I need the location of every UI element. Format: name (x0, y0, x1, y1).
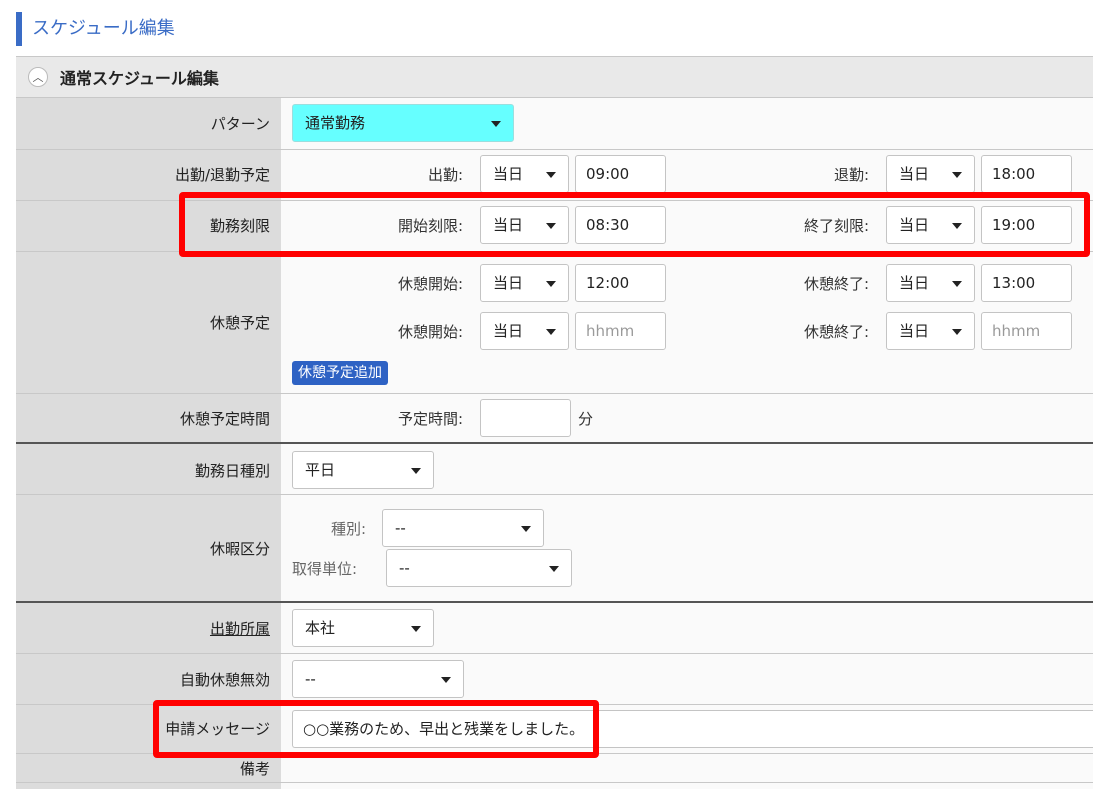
chevron-down-icon (411, 468, 421, 474)
attendance-label: 出勤/退勤予定 (174, 166, 270, 184)
chevron-down-icon (952, 281, 962, 287)
chevron-down-icon (952, 172, 962, 178)
chevron-down-icon (546, 172, 556, 178)
row-divider (16, 653, 1093, 654)
break-2-start-day-select[interactable]: 当日 (480, 312, 569, 350)
office-label-text: 出勤所属 (209, 620, 270, 638)
highlight-box-work-limit (179, 192, 1090, 257)
section-title: 通常スケジュール編集 (60, 69, 219, 88)
add-break-button[interactable]: 休憩予定追加 (292, 361, 388, 385)
office-select-value: 本社 (305, 619, 336, 637)
row-divider (16, 494, 1093, 495)
chevron-down-icon (411, 626, 421, 632)
attendance-end-day-value: 当日 (899, 165, 930, 183)
chevron-down-icon (521, 526, 531, 532)
break-time-input[interactable] (480, 399, 571, 437)
attendance-start-time-input[interactable]: 09:00 (575, 155, 666, 193)
break-schedule-label: 休憩予定 (209, 314, 270, 332)
chevron-down-icon (491, 121, 501, 127)
day-type-select-value: 平日 (305, 461, 336, 479)
chevron-down-icon (952, 329, 962, 335)
pattern-label: パターン (210, 115, 270, 133)
chevron-down-icon (546, 329, 556, 335)
break-2-end-day-select[interactable]: 当日 (886, 312, 975, 350)
leave-label: 休暇区分 (209, 540, 270, 558)
chevron-down-icon (549, 566, 559, 572)
attendance-start-label: 出勤: (427, 166, 463, 184)
auto-break-select-value: -- (305, 670, 316, 688)
leave-unit-select[interactable]: -- (386, 549, 572, 587)
section-header: ︿ 通常スケジュール編集 (16, 56, 1093, 98)
attendance-end-time-input[interactable]: 18:00 (981, 155, 1072, 193)
break-1-start-day-select[interactable]: 当日 (480, 264, 569, 302)
break-time-field-label: 予定時間: (397, 410, 463, 428)
auto-break-select[interactable]: -- (292, 660, 464, 698)
auto-break-label: 自動休憩無効 (179, 671, 270, 689)
break-1-end-day-select[interactable]: 当日 (886, 264, 975, 302)
day-type-label: 勤務日種別 (194, 462, 270, 480)
row-divider (16, 442, 1093, 444)
remarks-label: 備考 (239, 760, 270, 778)
leave-type-label: 種別: (330, 520, 366, 538)
leave-unit-select-value: -- (399, 559, 410, 577)
break-2-start-label: 休憩開始: (397, 323, 463, 341)
break-1-end-time-input[interactable]: 13:00 (981, 264, 1072, 302)
chevron-down-icon (441, 677, 451, 683)
row-divider (16, 601, 1093, 603)
office-select[interactable]: 本社 (292, 609, 434, 647)
page-title: スケジュール編集 (16, 12, 1093, 46)
break-1-start-label: 休憩開始: (397, 275, 463, 293)
break-time-label: 休憩予定時間 (179, 410, 270, 428)
leave-type-select[interactable]: -- (382, 509, 544, 547)
attendance-end-day-select[interactable]: 当日 (886, 155, 975, 193)
attendance-end-label: 退勤: (833, 166, 869, 184)
break-1-end-label: 休憩終了: (803, 275, 869, 293)
day-type-select[interactable]: 平日 (292, 451, 434, 489)
break-1-start-day-value: 当日 (493, 274, 524, 292)
break-1-start-time-input[interactable]: 12:00 (575, 264, 666, 302)
chevron-down-icon (546, 281, 556, 287)
break-2-start-time-input[interactable]: hhmm (575, 312, 666, 350)
break-2-end-day-value: 当日 (899, 322, 930, 340)
break-time-unit: 分 (578, 410, 594, 428)
break-2-end-label: 休憩終了: (803, 323, 869, 341)
row-divider (16, 393, 1093, 394)
office-label[interactable]: 出勤所属 (16, 619, 270, 639)
row-divider (16, 149, 1093, 150)
leave-type-select-value: -- (395, 519, 406, 537)
break-1-end-day-value: 当日 (899, 274, 930, 292)
break-2-start-day-value: 当日 (493, 322, 524, 340)
attendance-start-day-select[interactable]: 当日 (480, 155, 569, 193)
chevron-up-icon[interactable]: ︿ (28, 67, 48, 87)
break-2-end-time-input[interactable]: hhmm (981, 312, 1072, 350)
attendance-start-day-value: 当日 (493, 165, 524, 183)
pattern-select-value: 通常勤務 (305, 114, 366, 132)
leave-unit-label: 取得単位: (292, 560, 358, 578)
pattern-select[interactable]: 通常勤務 (292, 104, 514, 142)
highlight-box-message (153, 700, 599, 758)
row-divider (16, 782, 1093, 783)
